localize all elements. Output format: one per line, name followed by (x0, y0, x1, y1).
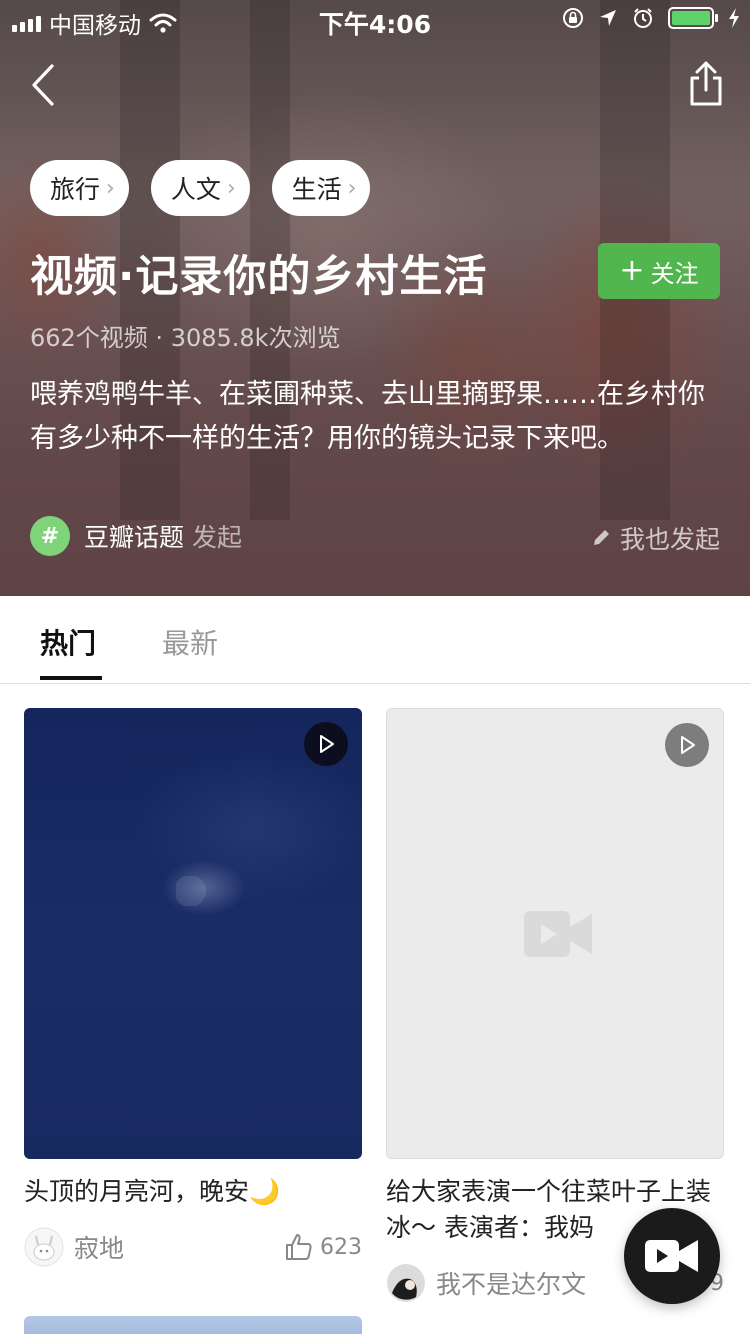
play-icon (304, 722, 348, 766)
play-icon (665, 723, 709, 767)
status-bar: 中国移动 下午4:06 (0, 0, 750, 40)
tab-latest[interactable]: 最新 (162, 622, 218, 662)
active-tab-indicator (40, 676, 102, 680)
share-button[interactable] (684, 60, 728, 110)
video-title[interactable]: 头顶的月亮河，晚安🌙 (24, 1174, 362, 1210)
tag-life[interactable]: 生活 › (271, 160, 371, 216)
like-count: 623 (320, 1234, 362, 1260)
author-name[interactable]: 我不是达尔文 (436, 1265, 586, 1301)
chevron-right-icon: › (347, 175, 357, 201)
follow-label: 关注 (650, 259, 699, 288)
topic-header: 中国移动 下午4:06 旅行 › 人文 › 生活 › 视频·记录你的乡村生活 +… (0, 0, 750, 596)
charging-icon (729, 8, 739, 28)
back-arrow-icon (32, 64, 54, 106)
plus-icon: + (619, 253, 645, 288)
battery-icon (668, 7, 718, 29)
like-button[interactable]: 623 (284, 1232, 362, 1262)
also-start-label: 我也发起 (619, 525, 720, 554)
chevron-right-icon: › (106, 175, 115, 201)
video-meta: 寂地 623 (24, 1226, 362, 1268)
tag-label: 人文 (170, 175, 221, 204)
follow-button[interactable]: + 关注 (598, 243, 720, 299)
moon-image (176, 876, 206, 906)
video-placeholder-icon (524, 911, 592, 957)
topic-origin[interactable]: # 豆瓣话题 发起 (30, 516, 242, 556)
location-icon (600, 10, 616, 26)
video-camera-icon (645, 1240, 698, 1272)
topic-description: 喂养鸡鸭牛羊、在菜圃种菜、去山里摘野果……在乡村你有多少种不一样的生活？用你的镜… (30, 379, 705, 454)
pencil-icon (593, 530, 609, 545)
avatar[interactable] (24, 1227, 64, 1267)
origin-suffix: 发起 (192, 523, 243, 552)
tag-culture[interactable]: 人文 › (150, 160, 250, 216)
thumbs-up-icon (286, 1234, 312, 1260)
record-video-button[interactable] (624, 1208, 720, 1304)
alarm-icon (634, 8, 652, 28)
feed-tabs: 热门 最新 (0, 596, 750, 684)
tab-hot[interactable]: 热门 (40, 622, 96, 662)
also-start-button[interactable]: 我也发起 (590, 520, 720, 556)
chevron-right-icon: › (226, 175, 236, 201)
back-button[interactable] (22, 60, 66, 110)
video-thumbnail[interactable] (24, 708, 362, 1159)
rotation-lock-icon (563, 8, 583, 28)
topic-title: 视频·记录你的乡村生活 (30, 252, 488, 302)
hashtag-icon: # (30, 516, 70, 556)
avatar[interactable] (386, 1263, 426, 1303)
topic-stats: 662个视频 · 3085.8k次浏览 (30, 324, 341, 352)
topic-tags: 旅行 › 人文 › 生活 › (30, 160, 371, 216)
video-thumbnail[interactable] (386, 708, 724, 1159)
tag-travel[interactable]: 旅行 › (30, 160, 129, 216)
share-icon (690, 61, 722, 106)
tag-label: 旅行 (50, 175, 101, 204)
author-name[interactable]: 寂地 (74, 1229, 124, 1265)
video-card-peek[interactable] (24, 1316, 362, 1334)
tag-label: 生活 (291, 175, 342, 204)
origin-name: 豆瓣话题 (84, 523, 185, 552)
